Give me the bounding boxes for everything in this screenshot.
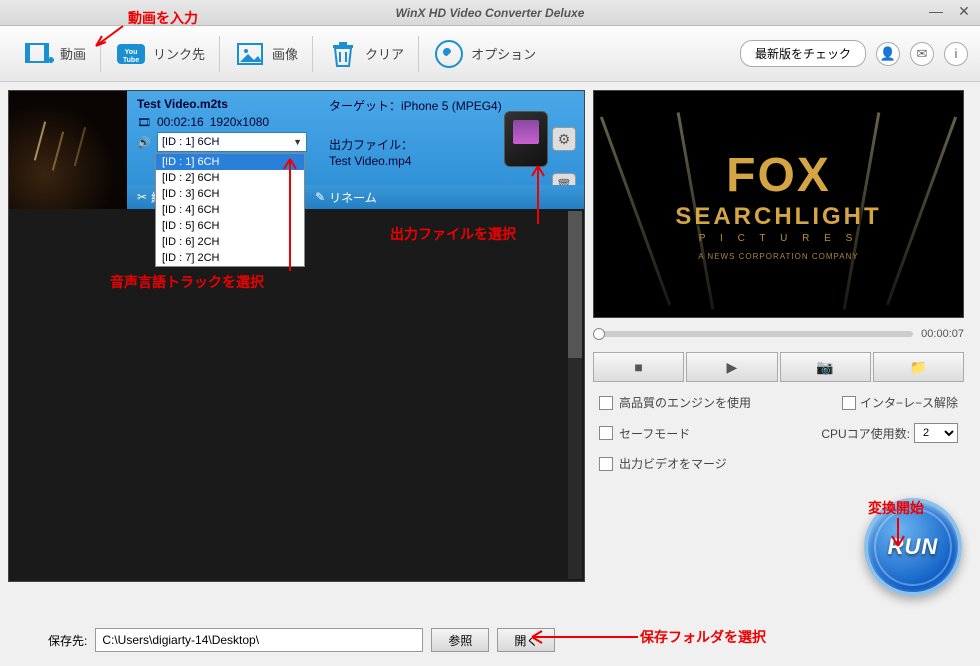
preview-panel: FOX SEARCHLIGHT P I C T U R E S A NEWS C… <box>593 90 964 318</box>
image-icon <box>234 38 266 70</box>
audio-selected-value: [ID : 1] 6CH <box>162 136 219 148</box>
svg-text:Tube: Tube <box>123 57 139 64</box>
list-scrollbar[interactable] <box>568 211 582 579</box>
svg-text:You: You <box>125 49 138 56</box>
speaker-icon: 🔊 <box>137 136 151 149</box>
trash-icon <box>327 38 359 70</box>
chevron-down-icon: ▼ <box>293 137 302 147</box>
audio-option[interactable]: [ID : 7] 2CH <box>156 250 304 266</box>
preview-logo-pictures: P I C T U R E S <box>675 233 881 244</box>
safe-mode-checkbox[interactable] <box>599 426 613 440</box>
separator <box>219 36 220 72</box>
separator <box>418 36 419 72</box>
image-button[interactable]: 画像 <box>224 32 308 76</box>
audio-option[interactable]: [ID : 3] 6CH <box>156 186 304 202</box>
play-button[interactable]: ▶ <box>686 352 777 382</box>
preview-logo-searchlight: SEARCHLIGHT <box>675 203 881 231</box>
app-title: WinX HD Video Converter Deluxe <box>396 6 585 20</box>
film-icon: 🎞 <box>137 116 151 129</box>
run-button[interactable]: RUN <box>864 498 962 596</box>
close-button[interactable]: ✕ <box>956 4 972 20</box>
info-icon[interactable]: i <box>944 42 968 66</box>
film-plus-icon <box>22 38 54 70</box>
audio-option[interactable]: [ID : 2] 6CH <box>156 170 304 186</box>
audio-option[interactable]: [ID : 4] 6CH <box>156 202 304 218</box>
seek-bar[interactable] <box>593 331 913 337</box>
deinterlace-label: インタ−レ−ス解除 <box>860 394 958 411</box>
audio-option[interactable]: [ID : 5] 6CH <box>156 218 304 234</box>
output-info: 出力ファイル： Test Video.mp4 <box>329 137 413 169</box>
cpu-cores-select[interactable]: 2 <box>914 423 958 443</box>
snapshot-button[interactable]: 📷 <box>780 352 871 382</box>
clear-button[interactable]: クリア <box>317 32 414 76</box>
video-list: Test Video.m2ts 🎞 00:02:16 1920x1080 🔊 [… <box>8 90 585 582</box>
save-to-label: 保存先: <box>48 632 87 649</box>
separator <box>100 36 101 72</box>
window-controls: — ✕ <box>928 4 972 20</box>
link-label: リンク先 <box>153 44 205 63</box>
scissors-icon: ✂ <box>137 190 147 204</box>
pencil-icon: ✎ <box>315 190 325 204</box>
clear-label: クリア <box>365 44 404 63</box>
titlebar: WinX HD Video Converter Deluxe — ✕ <box>0 0 980 26</box>
preview-logo-fox: FOX <box>675 148 881 203</box>
mail-icon[interactable]: ✉ <box>910 42 934 66</box>
video-duration: 00:02:16 <box>157 115 204 129</box>
cpu-cores-label: CPUコア使用数: <box>821 425 910 442</box>
browse-button[interactable]: 参照 <box>431 628 489 652</box>
merge-checkbox[interactable] <box>599 457 613 471</box>
check-update-button[interactable]: 最新版をチェック <box>740 40 866 67</box>
add-video-label: 動画 <box>60 44 86 63</box>
youtube-link-button[interactable]: YouTube リンク先 <box>105 32 215 76</box>
audio-track-select[interactable]: [ID : 1] 6CH ▼ <box>157 132 307 152</box>
main-toolbar: 動画 YouTube リンク先 画像 クリア オプション 最新版をチェック 👤 … <box>0 26 980 82</box>
wrench-icon <box>433 38 465 70</box>
options-label: オプション <box>471 44 536 63</box>
annotation-select-folder: 保存フォルダを選択 <box>640 627 766 647</box>
stop-button[interactable]: ■ <box>593 352 684 382</box>
audio-option[interactable]: [ID : 1] 6CH <box>156 154 304 170</box>
video-resolution: 1920x1080 <box>210 115 269 129</box>
add-video-button[interactable]: 動画 <box>12 32 96 76</box>
safe-mode-label: セーフモード <box>619 425 690 442</box>
image-label: 画像 <box>272 44 298 63</box>
preview-logo-corp: A NEWS CORPORATION COMPANY <box>675 252 881 261</box>
run-label: RUN <box>888 534 939 560</box>
folder-button[interactable]: 📁 <box>873 352 964 382</box>
account-icon[interactable]: 👤 <box>876 42 900 66</box>
separator <box>312 36 313 72</box>
deinterlace-checkbox[interactable] <box>842 396 856 410</box>
youtube-icon: YouTube <box>115 38 147 70</box>
target-info: ターゲット：iPhone 5 (MPEG4) <box>329 97 502 114</box>
hq-engine-checkbox[interactable] <box>599 396 613 410</box>
merge-label: 出力ビデオをマージ <box>619 455 727 472</box>
settings-button[interactable]: ⚙ <box>552 127 576 151</box>
minimize-button[interactable]: — <box>928 4 944 20</box>
options-button[interactable]: オプション <box>423 32 546 76</box>
playback-time: 00:00:07 <box>921 328 964 340</box>
output-path-input[interactable] <box>95 628 423 652</box>
audio-option[interactable]: [ID : 6] 2CH <box>156 234 304 250</box>
output-preset-button[interactable] <box>504 111 548 167</box>
hq-engine-label: 高品質のエンジンを使用 <box>619 394 751 411</box>
open-button[interactable]: 開く <box>497 628 555 652</box>
rename-button[interactable]: ✎ リネーム <box>315 189 377 206</box>
audio-track-dropdown: [ID : 1] 6CH [ID : 2] 6CH [ID : 3] 6CH [… <box>155 153 305 267</box>
video-thumbnail[interactable] <box>9 91 127 209</box>
